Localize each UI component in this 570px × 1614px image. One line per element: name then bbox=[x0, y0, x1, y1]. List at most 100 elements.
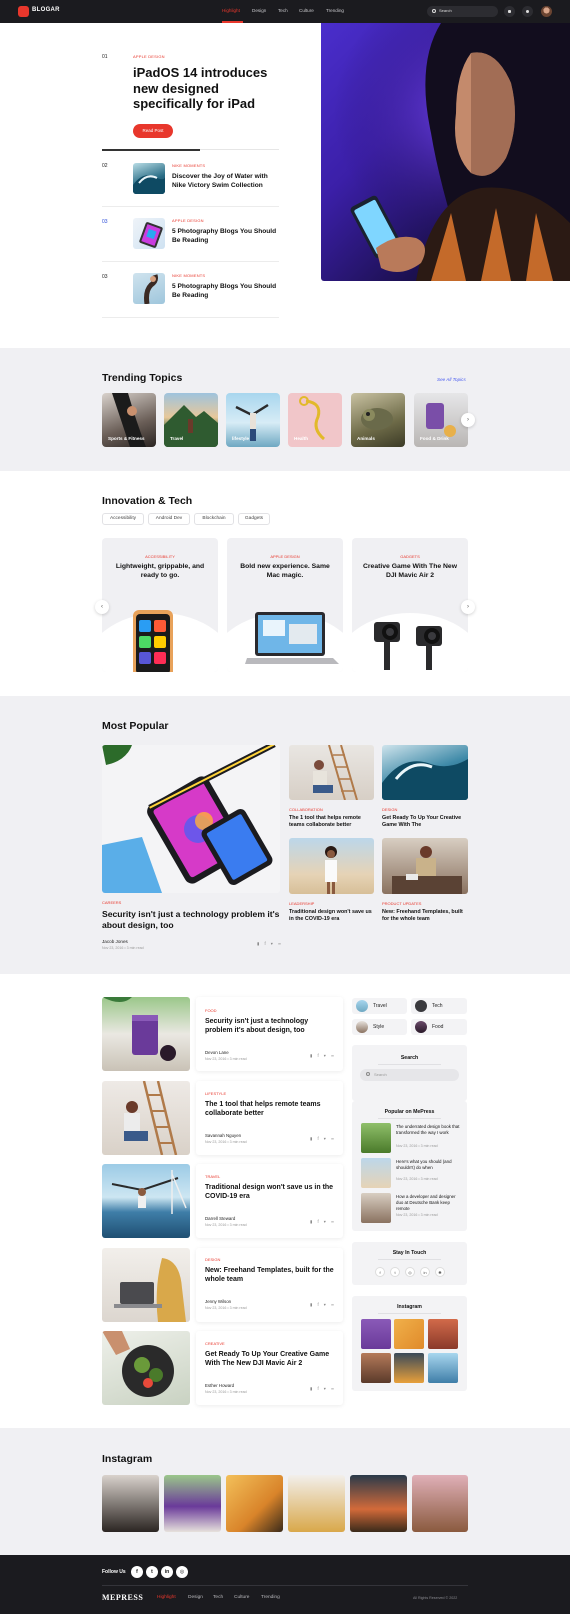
popular-title[interactable]: How a developer and designer duo at Deut… bbox=[396, 1194, 462, 1212]
logo-icon[interactable] bbox=[18, 6, 29, 17]
share-icons[interactable]: ▮ f ▾ ∞ bbox=[257, 941, 283, 946]
instagram-image[interactable] bbox=[102, 1475, 159, 1532]
popular-grid-title[interactable]: Get Ready To Up Your Creative Game With … bbox=[382, 815, 470, 829]
popular-grid-image[interactable] bbox=[382, 745, 468, 800]
footer-nav-trending[interactable]: Trending bbox=[261, 1595, 280, 1600]
popular-thumb[interactable] bbox=[361, 1123, 391, 1153]
hero-item-title[interactable]: 5 Photography Blogs You Should Be Readin… bbox=[172, 283, 282, 300]
hero-item-kicker[interactable]: NIKE MOMENTS bbox=[172, 273, 205, 278]
popular-grid-title[interactable]: Traditional design won't save us in the … bbox=[289, 909, 377, 923]
instagram-thumb[interactable] bbox=[361, 1353, 391, 1383]
hero-item-title[interactable]: 5 Photography Blogs You Should Be Readin… bbox=[172, 228, 282, 245]
tab-accessibility[interactable]: Accessibility bbox=[102, 513, 144, 525]
share-icons[interactable]: ▮ f ▾ ∞ bbox=[310, 1386, 336, 1391]
category-travel[interactable]: Travel bbox=[352, 998, 407, 1014]
article-kicker[interactable]: CREATIVE bbox=[205, 1341, 225, 1346]
hero-item-kicker[interactable]: NIKE MOMENTS bbox=[172, 163, 205, 168]
tab-blockchain[interactable]: Blockchain bbox=[194, 513, 234, 525]
instagram-thumb[interactable] bbox=[428, 1353, 458, 1383]
see-all-topics-link[interactable]: See All Topics bbox=[437, 377, 466, 382]
topic-card-lifestyle[interactable]: lifestyle bbox=[226, 393, 280, 447]
footer-nav-design[interactable]: Design bbox=[188, 1595, 203, 1600]
article-image[interactable] bbox=[102, 997, 190, 1071]
article-image[interactable] bbox=[102, 1081, 190, 1155]
popular-title[interactable]: The underrated design book that transfor… bbox=[396, 1124, 462, 1136]
facebook-icon[interactable]: f bbox=[375, 1267, 385, 1277]
innovation-card[interactable]: APPLE DESIGN Bold new experience. Same M… bbox=[227, 538, 343, 672]
hero-title[interactable]: iPadOS 14 introduces new designed specif… bbox=[133, 65, 283, 112]
instagram-image[interactable] bbox=[288, 1475, 345, 1532]
innovation-card[interactable]: GADGETS Creative Game With The New DJI M… bbox=[352, 538, 468, 672]
topic-card-animals[interactable]: Animals bbox=[351, 393, 405, 447]
site-logo[interactable]: BLOGAR bbox=[32, 7, 60, 13]
user-avatar[interactable] bbox=[541, 6, 552, 17]
footer-nav-highlight[interactable]: Highlight bbox=[157, 1595, 176, 1600]
popular-grid-kicker[interactable]: COLLABORATION bbox=[289, 807, 323, 812]
popular-grid-image[interactable] bbox=[382, 838, 468, 894]
popular-grid-kicker[interactable]: DESIGN bbox=[382, 807, 397, 812]
nav-culture[interactable]: Culture bbox=[299, 8, 314, 13]
nav-highlight[interactable]: Highlight bbox=[222, 8, 240, 13]
header-search-input[interactable] bbox=[427, 6, 498, 17]
topic-card-travel[interactable]: Travel bbox=[164, 393, 218, 447]
footer-logo[interactable]: MEPRESS bbox=[102, 1593, 143, 1602]
instagram-thumb[interactable] bbox=[361, 1319, 391, 1349]
popular-thumb[interactable] bbox=[361, 1193, 391, 1223]
bookmark-icon[interactable] bbox=[504, 6, 515, 17]
article-image[interactable] bbox=[102, 1248, 190, 1322]
nav-design[interactable]: Design bbox=[252, 8, 266, 13]
tab-gadgets[interactable]: Gadgets bbox=[238, 513, 270, 525]
footer-facebook-icon[interactable]: f bbox=[131, 1566, 143, 1578]
article-author[interactable]: Darrell Steward bbox=[205, 1216, 235, 1221]
article-author[interactable]: Savannah Nguyen bbox=[205, 1133, 241, 1138]
popular-main-image[interactable] bbox=[102, 745, 280, 893]
instagram-icon[interactable]: ◎ bbox=[405, 1267, 415, 1277]
hero-item-thumb[interactable] bbox=[133, 163, 165, 194]
article-kicker[interactable]: TRAVEL bbox=[205, 1174, 220, 1179]
popular-grid-title[interactable]: The 1 tool that helps remote teams colla… bbox=[289, 815, 377, 829]
topic-card-health[interactable]: Health bbox=[288, 393, 342, 447]
instagram-image[interactable] bbox=[412, 1475, 468, 1532]
article-kicker[interactable]: DESIGN bbox=[205, 1257, 220, 1262]
nav-tech[interactable]: Tech bbox=[278, 8, 288, 13]
article-kicker[interactable]: FOOD bbox=[205, 1008, 217, 1013]
tab-android-dev[interactable]: Android Dev bbox=[148, 513, 190, 525]
hero-item-title[interactable]: Discover the Joy of Water with Nike Vict… bbox=[172, 173, 282, 190]
popular-thumb[interactable] bbox=[361, 1158, 391, 1188]
topic-card-sports[interactable]: Sports & Fitness bbox=[102, 393, 156, 447]
category-tech[interactable]: Tech bbox=[411, 998, 467, 1014]
article-kicker[interactable]: LIFESTYLE bbox=[205, 1091, 226, 1096]
category-food[interactable]: Food bbox=[411, 1019, 467, 1035]
carousel-prev-button[interactable]: ‹ bbox=[95, 600, 109, 614]
topic-card-food[interactable]: Food & Drink bbox=[414, 393, 468, 447]
hero-item-kicker[interactable]: APPLE DESIGN bbox=[172, 218, 204, 223]
hero-featured-image[interactable] bbox=[321, 23, 570, 281]
instagram-image[interactable] bbox=[350, 1475, 407, 1532]
nav-trending[interactable]: Trending bbox=[326, 8, 344, 13]
popular-main-title[interactable]: Security isn't just a technology problem… bbox=[102, 909, 280, 931]
share-icons[interactable]: ▮ f ▾ ∞ bbox=[310, 1219, 336, 1224]
article-title[interactable]: Get Ready To Up Your Creative Game With … bbox=[205, 1350, 335, 1368]
notification-icon[interactable] bbox=[522, 6, 533, 17]
article-author[interactable]: Jenny Wilson bbox=[205, 1299, 231, 1304]
article-title[interactable]: Security isn't just a technology problem… bbox=[205, 1017, 335, 1035]
instagram-image[interactable] bbox=[164, 1475, 221, 1532]
article-author[interactable]: Esther Howard bbox=[205, 1383, 234, 1388]
share-icons[interactable]: ▮ f ▾ ∞ bbox=[310, 1302, 336, 1307]
article-title[interactable]: Traditional design won't save us in the … bbox=[205, 1183, 335, 1201]
article-image[interactable] bbox=[102, 1164, 190, 1238]
category-style[interactable]: Style bbox=[352, 1019, 407, 1035]
footer-linkedin-icon[interactable]: in bbox=[161, 1566, 173, 1578]
popular-main-author[interactable]: Jacob Jones bbox=[102, 939, 128, 944]
popular-grid-image[interactable] bbox=[289, 838, 374, 894]
carousel-next-button[interactable]: › bbox=[461, 600, 475, 614]
hero-item-thumb[interactable] bbox=[133, 218, 165, 249]
read-post-button[interactable]: Read Post bbox=[133, 124, 173, 138]
article-author[interactable]: Devon Lane bbox=[205, 1050, 229, 1055]
share-icons[interactable]: ▮ f ▾ ∞ bbox=[310, 1136, 336, 1141]
carousel-next-button[interactable]: › bbox=[461, 413, 475, 427]
popular-title[interactable]: Here's what you should (and shouldn't) d… bbox=[396, 1159, 462, 1171]
twitter-icon[interactable]: t bbox=[390, 1267, 400, 1277]
instagram-thumb[interactable] bbox=[394, 1319, 424, 1349]
dribbble-icon[interactable]: ✺ bbox=[435, 1267, 445, 1277]
